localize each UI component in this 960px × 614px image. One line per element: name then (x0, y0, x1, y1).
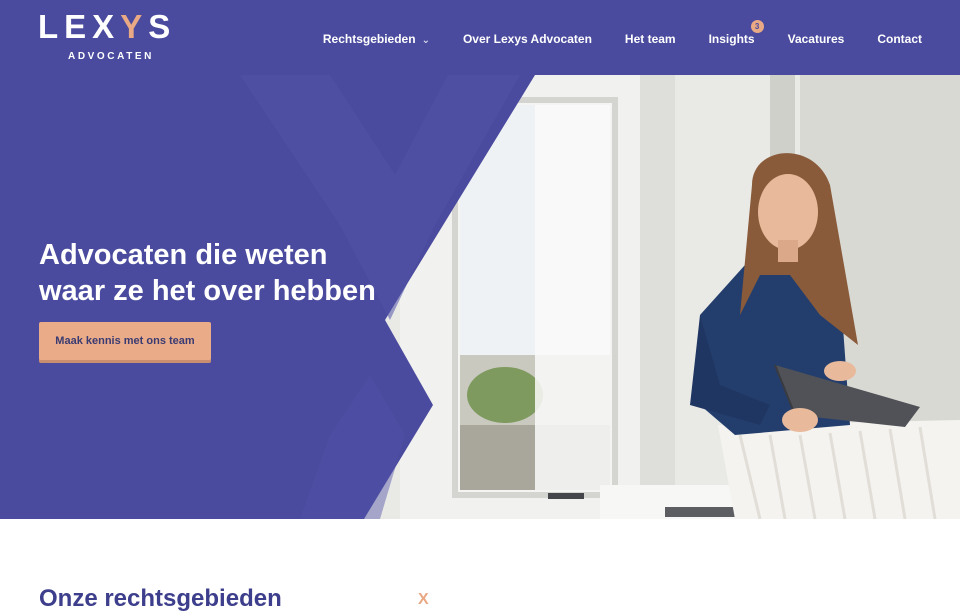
main-nav: Rechtsgebieden ⌄ Over Lexys Advocaten Het… (290, 20, 922, 49)
section-heading: Onze rechtsgebieden (39, 585, 282, 612)
hero-heading: Advocaten die weten waar ze het over heb… (39, 239, 376, 307)
nav-item-vacatures[interactable]: Vacatures (788, 31, 845, 49)
meet-team-button[interactable]: Maak kennis met ons team (39, 322, 211, 360)
nav-item-contact[interactable]: Contact (877, 31, 922, 49)
nav-item-het-team[interactable]: Het team (625, 31, 676, 49)
logo-subtitle: ADVOCATEN (68, 51, 154, 62)
site-header: LEXYS ADVOCATEN Rechtsgebieden ⌄ Over Lex… (0, 0, 960, 75)
hero-section: Advocaten die weten waar ze het over heb… (0, 75, 960, 519)
nav-item-over-lexys[interactable]: Over Lexys Advocaten (463, 31, 592, 49)
logo-wordmark: LEXYS (38, 8, 177, 45)
nav-item-insights[interactable]: Insights 3 (709, 20, 764, 49)
chevron-down-icon: ⌄ (421, 35, 430, 46)
insights-count-badge: 3 (750, 20, 764, 33)
lexys-logo[interactable]: LEXYS ADVOCATEN (38, 10, 178, 66)
x-mark-icon: X (418, 591, 429, 608)
nav-item-rechtsgebieden[interactable]: Rechtsgebieden ⌄ (323, 31, 430, 49)
